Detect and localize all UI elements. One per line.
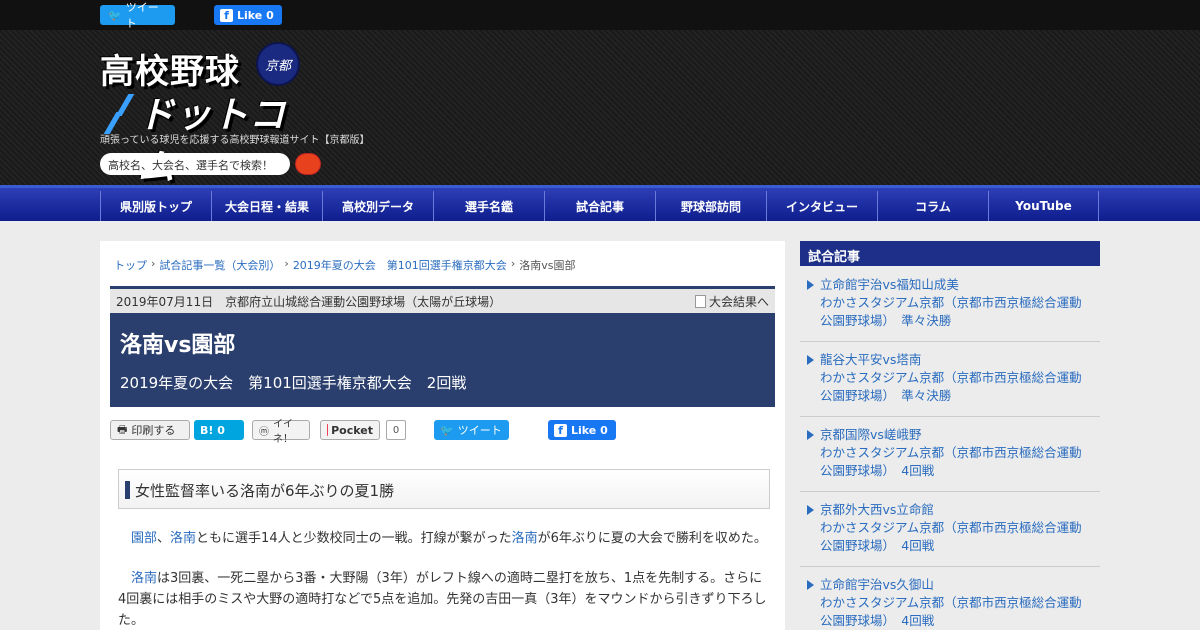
sidebar-article-title[interactable]: 龍谷大平安vs塔南 [820, 351, 1094, 369]
team-link[interactable]: 洛南 [131, 571, 157, 586]
result-link-label: 大会結果へ [708, 295, 769, 309]
iine-button[interactable]: ⓜ イイネ！ [252, 419, 310, 445]
sidebar-article-item[interactable]: 京都国際vs嵯峨野 わかさスタジアム京都（京都市西京極総合運動公園野球場） 4回… [800, 426, 1100, 492]
date-venue-bar: 2019年07月11日 京都府立山城総合運動公園野球場（太陽が丘球場） 大会結果… [110, 286, 775, 313]
triangle-right-icon [807, 505, 814, 515]
sidebar-article-title[interactable]: 京都外大西vs立命館 [820, 501, 1094, 519]
result-link[interactable]: 大会結果へ [694, 293, 769, 310]
nav-item-interview[interactable]: インタビュー [766, 191, 877, 221]
chevron-right-icon: › [151, 257, 156, 270]
breadcrumb-tournament[interactable]: 2019年夏の大会 第101回選手権京都大会 [293, 257, 507, 273]
pocket-count: 0 [386, 420, 406, 440]
iine-label: イイネ！ [273, 419, 293, 445]
site-header: 高校野球 ドットコム 京都 頑張っている球児を応援する高校野球報道サイト【京都版… [0, 30, 1200, 188]
headline-text: 女性監督率いる洛南が6年ぶりの夏1勝 [135, 482, 395, 500]
fb-like-label: Like 0 [571, 423, 608, 437]
nav-item-youtube[interactable]: YouTube [988, 191, 1099, 221]
tweet-label: ツイート [125, 1, 159, 30]
printer-icon: 🖶 [117, 422, 128, 436]
chevron-right-icon: › [284, 257, 289, 270]
tweet-button-top[interactable]: 🐦 ツイート [100, 1, 175, 30]
nav-item-schedule[interactable]: 大会日程・結果 [211, 191, 322, 221]
breadcrumb: トップ › 試合記事一覧（大会別） › 2019年夏の大会 第101回選手権京都… [114, 257, 575, 273]
date-venue: 2019年07月11日 京都府立山城総合運動公園野球場（太陽が丘球場） [116, 295, 502, 309]
paragraph-text: は3回裏、一死二塁から3番・大野陽（3年）がレフト線への適時二塁打を放ち、1点を… [118, 571, 767, 628]
sidebar-article-item[interactable]: 京都外大西vs立命館 わかさスタジアム京都（京都市西京極総合運動公園野球場） 4… [800, 501, 1100, 567]
nav-item-school-data[interactable]: 高校別データ [322, 191, 433, 221]
site-logo[interactable]: 高校野球 ドットコム 京都 [100, 42, 310, 188]
article-headline: 女性監督率いる洛南が6年ぶりの夏1勝 [118, 469, 770, 509]
logo-region-badge: 京都 [256, 42, 300, 86]
sidebar-article-title[interactable]: 立命館宇治vs久御山 [820, 576, 1094, 594]
sidebar-article-venue: わかさスタジアム京都（京都市西京極総合運動公園野球場） 4回戦 [820, 445, 1082, 478]
search-button[interactable] [295, 153, 321, 175]
facebook-icon: f [554, 423, 567, 437]
fb-like-button[interactable]: f Like 0 [548, 420, 616, 440]
print-label: 印刷する [131, 424, 176, 437]
search-input[interactable]: 高校名、大会名、選手名で検索！ [100, 153, 290, 175]
main-content: トップ › 試合記事一覧（大会別） › 2019年夏の大会 第101回選手権京都… [100, 241, 785, 630]
nav-item-club-visit[interactable]: 野球部訪問 [655, 191, 766, 221]
sidebar-article-item[interactable]: 立命館宇治vs久御山 わかさスタジアム京都（京都市西京極総合運動公園野球場） 4… [800, 576, 1100, 630]
share-buttons: 🖶 印刷する B! 0 ⓜ イイネ！ Pocket 0 🐦 ツイート f Lik… [110, 419, 775, 445]
breadcrumb-top[interactable]: トップ [114, 257, 147, 273]
twitter-bird-icon: 🐦 [108, 8, 122, 22]
article-title: 洛南vs園部 [120, 333, 236, 358]
sidebar-article-venue: わかさスタジアム京都（京都市西京極総合運動公園野球場） 準々決勝 [820, 295, 1082, 328]
top-social-bar: 🐦 ツイート f Like 0 [0, 0, 1200, 30]
main-nav: 県別版トップ 大会日程・結果 高校別データ 選手名鑑 試合記事 野球部訪問 イン… [0, 185, 1200, 221]
separator-text: 、 [157, 531, 171, 546]
article-paragraph-1: 園部、洛南ともに選手14人と少数校同士の一戦。打線が繋がった洛南が6年ぶりに夏の… [118, 528, 768, 549]
sidebar-article-item[interactable]: 龍谷大平安vs塔南 わかさスタジアム京都（京都市西京極総合運動公園野球場） 準々… [800, 351, 1100, 417]
fb-like-label: Like 0 [237, 8, 274, 22]
chevron-right-icon: › [510, 257, 516, 270]
sidebar-article-title[interactable]: 立命館宇治vs福知山成美 [820, 276, 1094, 294]
article-paragraph-2: 洛南は3回裏、一死二塁から3番・大野陽（3年）がレフト線への適時二塁打を放ち、1… [118, 568, 768, 630]
triangle-right-icon [807, 430, 814, 440]
paragraph-text: が6年ぶりに夏の大会で勝利を収めた。 [537, 531, 767, 546]
sidebar-article-venue: わかさスタジアム京都（京都市西京極総合運動公園野球場） 4回戦 [820, 595, 1082, 628]
headline-accent-bar [125, 481, 130, 499]
facebook-icon: f [220, 8, 233, 22]
sidebar-article-venue: わかさスタジアム京都（京都市西京極総合運動公園野球場） 準々決勝 [820, 370, 1082, 403]
nav-item-column[interactable]: コラム [877, 191, 988, 221]
team-link[interactable]: 洛南 [512, 531, 538, 546]
team-link[interactable]: 園部 [131, 531, 157, 546]
pocket-label: Pocket [331, 423, 373, 437]
triangle-right-icon [807, 280, 814, 290]
team-link[interactable]: 洛南 [170, 531, 196, 546]
triangle-right-icon [807, 580, 814, 590]
sidebar-article-venue: わかさスタジアム京都（京都市西京極総合運動公園野球場） 4回戦 [820, 520, 1082, 553]
pocket-button[interactable]: Pocket [320, 420, 380, 440]
triangle-right-icon [807, 355, 814, 365]
sidebar-article-title[interactable]: 京都国際vs嵯峨野 [820, 426, 1094, 444]
mixi-icon: ⓜ [259, 426, 269, 438]
article-subtitle: 2019年夏の大会 第101回選手権京都大会 2回戦 [120, 374, 467, 392]
fb-like-button-top[interactable]: f Like 0 [214, 5, 282, 25]
twitter-bird-icon: 🐦 [440, 423, 454, 437]
tweet-button[interactable]: 🐦 ツイート [434, 420, 509, 440]
print-button[interactable]: 🖶 印刷する [110, 420, 190, 440]
nav-item-top[interactable]: 県別版トップ [100, 191, 211, 221]
sidebar-article-item[interactable]: 立命館宇治vs福知山成美 わかさスタジアム京都（京都市西京極総合運動公園野球場）… [800, 276, 1100, 342]
site-tagline: 頑張っている球児を応援する高校野球報道サイト【京都版】 [100, 135, 370, 146]
breadcrumb-article-list[interactable]: 試合記事一覧（大会別） [159, 257, 280, 273]
paragraph-text: ともに選手14人と少数校同士の一戦。打線が繋がった [196, 531, 512, 546]
article-title-block: 洛南vs園部 2019年夏の大会 第101回選手権京都大会 2回戦 [110, 313, 775, 407]
sidebar-title: 試合記事 [800, 241, 1100, 266]
breadcrumb-current: 洛南vs園部 [519, 259, 576, 272]
document-icon [694, 295, 706, 308]
tweet-label: ツイート [457, 424, 502, 437]
nav-item-game-articles[interactable]: 試合記事 [544, 191, 655, 221]
hatena-bookmark-button[interactable]: B! 0 [194, 420, 244, 440]
nav-item-players[interactable]: 選手名鑑 [433, 191, 544, 221]
